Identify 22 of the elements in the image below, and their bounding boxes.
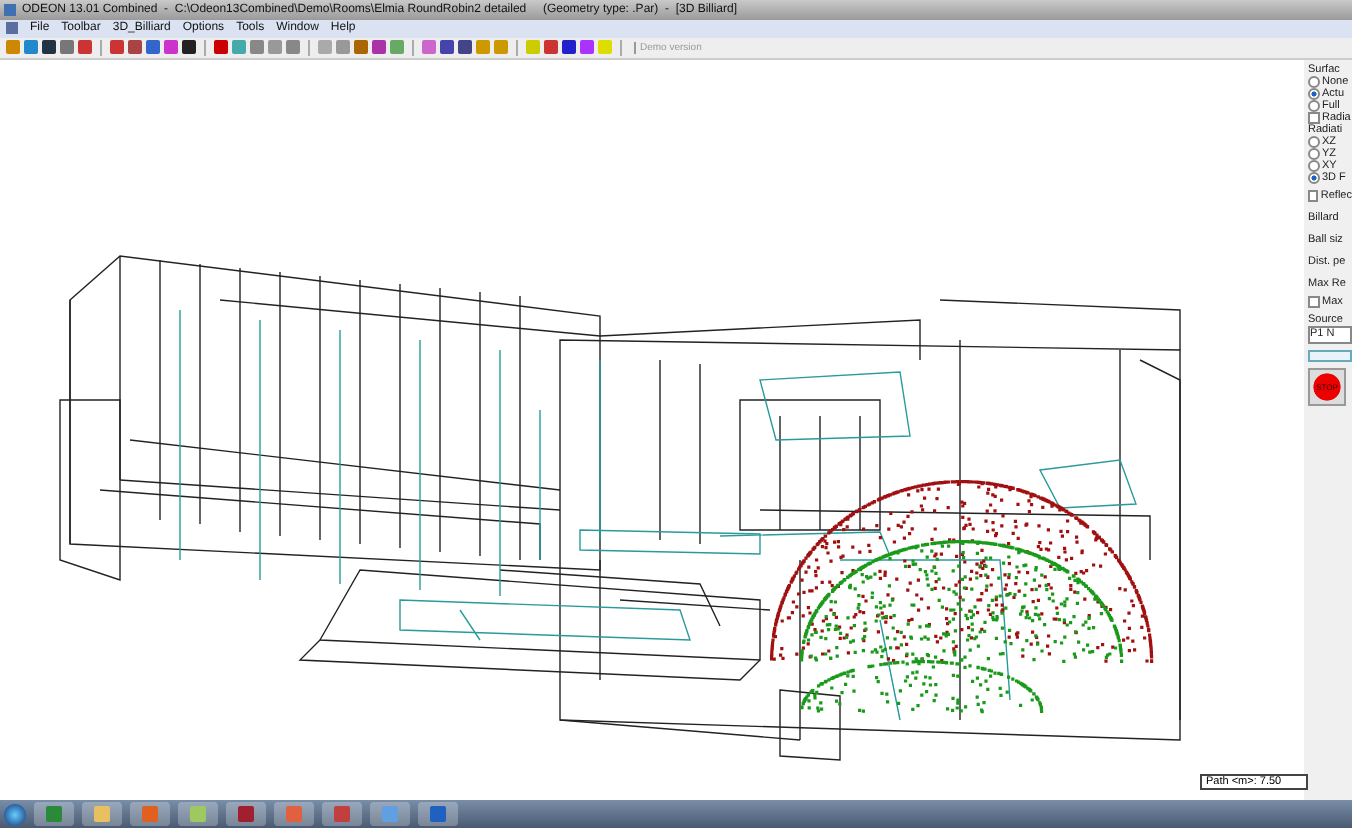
radio-button[interactable]: [1308, 148, 1320, 161]
taskbar-app-icon[interactable]: [322, 802, 362, 827]
start-button[interactable]: [4, 803, 26, 826]
app-icon: [4, 3, 16, 16]
taskbar-app-icon[interactable]: [178, 802, 218, 827]
taskbar-app-icon[interactable]: [226, 802, 266, 827]
radio-button[interactable]: [1308, 88, 1320, 101]
taskbar-app-icon[interactable]: [82, 802, 122, 827]
radio-button[interactable]: [1308, 136, 1320, 149]
checkbox[interactable]: [1308, 190, 1319, 203]
taskbar-app-icon[interactable]: [274, 802, 314, 827]
radio-button[interactable]: [1308, 160, 1320, 173]
radio-button[interactable]: [1308, 100, 1320, 113]
taskbar-app-icon[interactable]: [370, 802, 410, 827]
checkbox[interactable]: [1308, 112, 1320, 125]
taskbar-app-icon[interactable]: [130, 802, 170, 827]
radio-button[interactable]: [1308, 172, 1320, 185]
taskbar-app-icon[interactable]: [418, 802, 458, 827]
taskbar-app-icon[interactable]: [34, 802, 74, 827]
checkbox[interactable]: [1308, 296, 1320, 309]
document-icon[interactable]: [6, 22, 18, 35]
radio-button[interactable]: [1308, 76, 1320, 89]
